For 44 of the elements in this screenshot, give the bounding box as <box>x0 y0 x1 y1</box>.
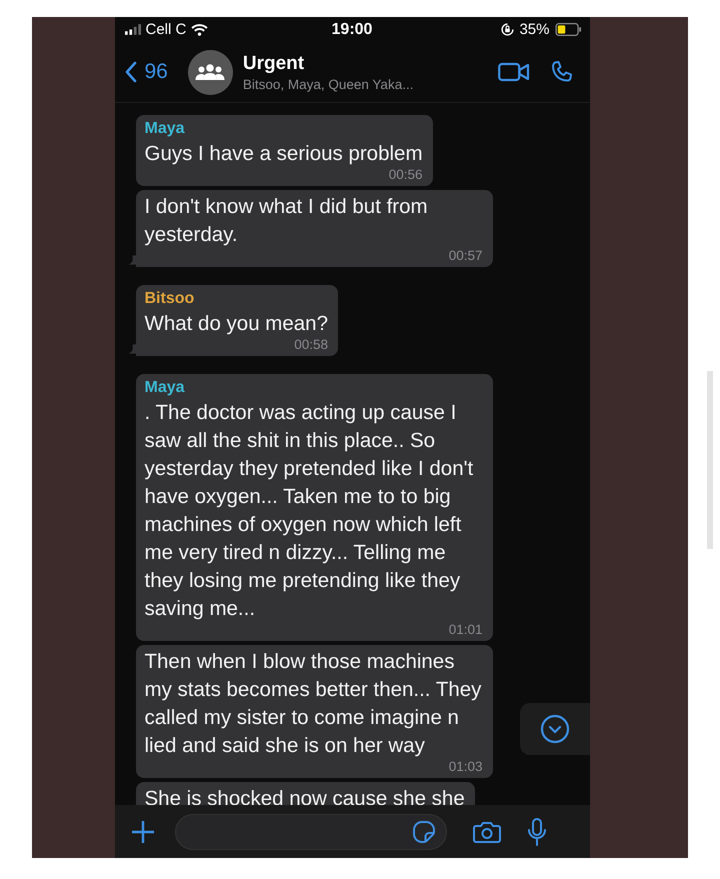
message-text: I don't know what I did but from yesterday. <box>144 194 429 248</box>
message-bubble[interactable] <box>136 374 492 641</box>
message-text: What do you mean? <box>144 311 328 337</box>
bubble-tail <box>128 253 136 267</box>
chat-members: Bitsoo, Maya, Queen Yaka... <box>242 76 414 92</box>
battery-icon <box>554 23 582 36</box>
carrier-name: Cell C <box>146 21 186 38</box>
people-icon <box>195 63 226 81</box>
microphone-icon[interactable] <box>526 818 546 846</box>
message-bubble[interactable]: She is shocked now cause she she <box>136 782 475 805</box>
message-time: 01:03 <box>448 760 482 774</box>
signal-icon <box>124 24 140 35</box>
message-input-field[interactable] <box>174 814 446 850</box>
sender-name: Maya <box>144 378 186 398</box>
message-text: She is shocked now cause she she <box>144 786 465 805</box>
sender-name: Bitsoo <box>144 289 196 309</box>
message-text: Then when I blow those machines my stats becomes better then... They called my sister to come imagine n lied and said she is on her way <box>144 649 482 759</box>
message-text: Guys I have a serious problem <box>144 141 423 167</box>
clock-time: 19:00 <box>332 21 372 39</box>
scroll-down-button[interactable] <box>520 703 590 755</box>
sender-name: Maya <box>144 119 186 139</box>
chevron-down-icon <box>540 714 570 744</box>
chevron-left-icon <box>124 61 136 83</box>
message-bubble[interactable]: Maya Guys I have a serious problem 00:56 <box>136 115 433 186</box>
sticker-icon[interactable] <box>412 820 436 844</box>
battery-percent: 35% <box>519 21 550 38</box>
message-time: 00:57 <box>448 249 482 263</box>
bubble-tail <box>128 342 136 356</box>
video-call-icon[interactable] <box>498 61 530 83</box>
message-bubble[interactable]: I don't know what I did but from yesterday. 00:57 <box>136 190 492 267</box>
back-button[interactable]: 96 <box>124 60 168 84</box>
message-time: 01:01 <box>448 623 482 637</box>
scrollbar[interactable] <box>707 371 713 549</box>
message-time: 00:58 <box>294 338 328 352</box>
message-bubble[interactable]: Bitsoo What do you mean? 00:58 <box>136 285 338 356</box>
wifi-icon <box>191 24 208 36</box>
message-bubble[interactable]: Then when I blow those machines my stats becomes better then... They called my sister to come imagine n lied and said she is on her way 01:03 <box>136 645 492 778</box>
phone-call-icon[interactable] <box>550 60 574 84</box>
chat-title[interactable]: Urgent <box>242 52 304 74</box>
message-text: . The doctor was acting up cause I saw all the shit in this place.. So yesterday they pretended like I don't have oxygen... Taken me to to big machines of oxygen now which left me very tired n dizzy... Telling me they losing me pretending like they saving me... <box>144 400 474 622</box>
rotation-lock-icon <box>501 23 514 36</box>
camera-icon[interactable] <box>472 820 500 844</box>
message-time: 00:56 <box>388 168 423 182</box>
plus-icon[interactable] <box>130 820 154 844</box>
